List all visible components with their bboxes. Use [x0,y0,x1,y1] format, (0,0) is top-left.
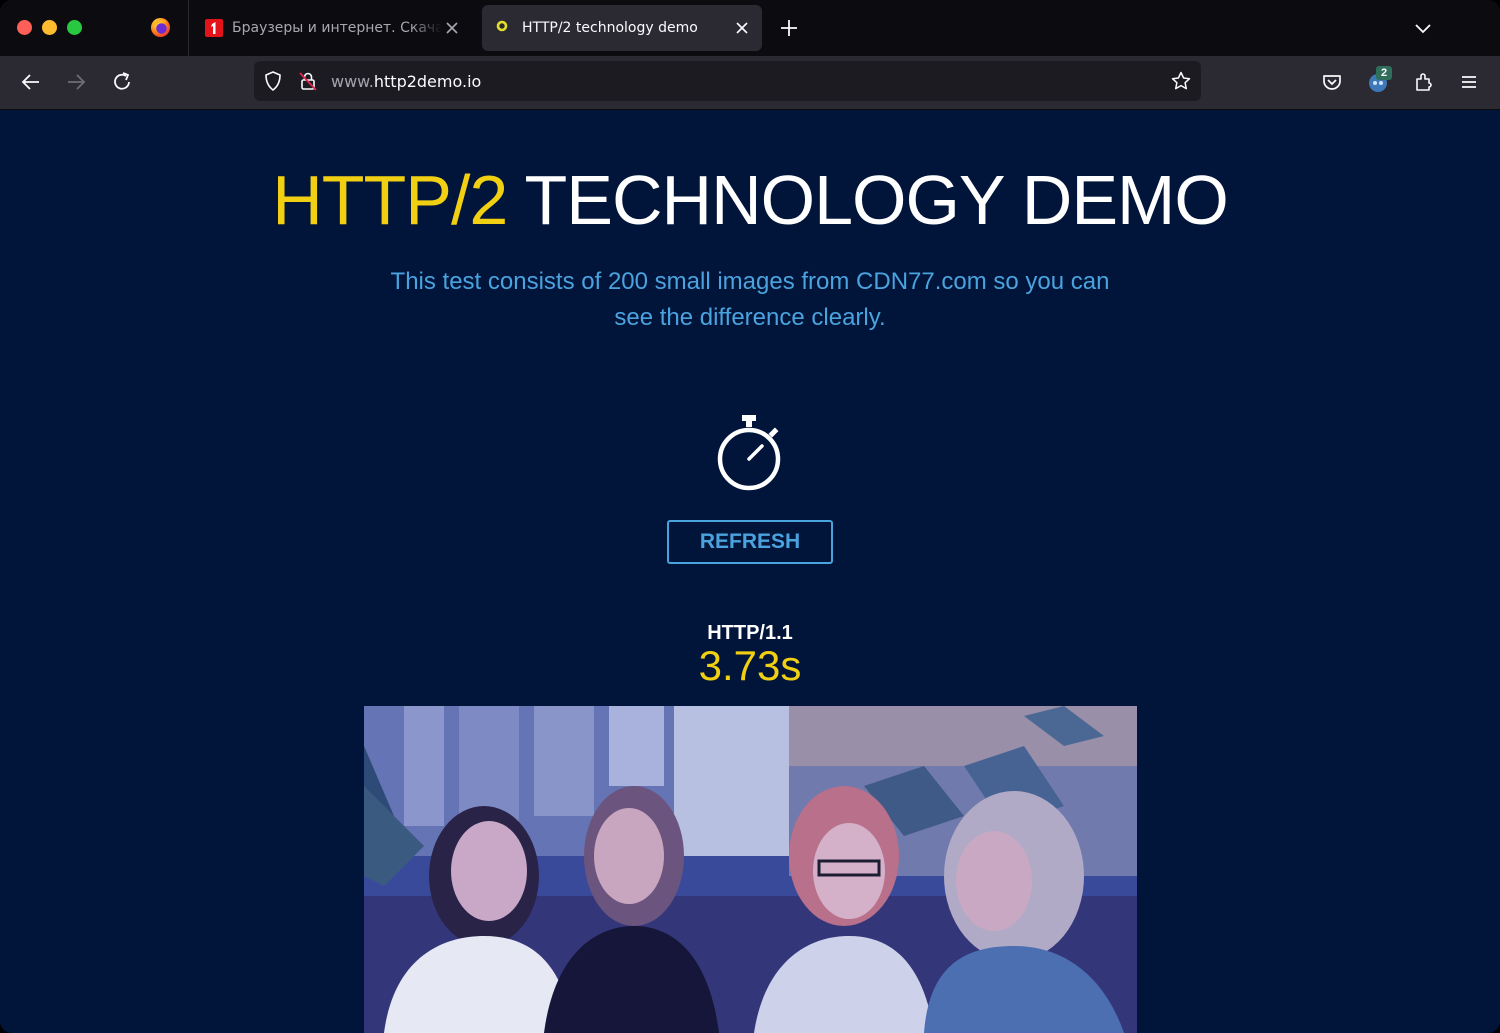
url-prefix: www. [331,72,374,91]
address-bar[interactable]: www.http2demo.io [254,61,1201,101]
bookmark-star-icon[interactable] [1170,70,1192,92]
reload-icon[interactable] [110,70,134,94]
extensions-puzzle-icon[interactable] [1412,70,1436,94]
new-tab-icon[interactable] [778,17,800,39]
tab-browsers[interactable]: Браузеры и интернет. Скачать [196,5,472,51]
close-window-button[interactable] [17,20,32,35]
tab-strip: Браузеры и интернет. Скачать HTTP/2 tech… [0,0,1500,56]
firefox-view-icon[interactable] [150,17,171,38]
back-arrow-icon[interactable] [19,70,43,94]
tracking-protection-shield-icon[interactable] [262,70,284,92]
menu-hamburger-icon[interactable] [1457,70,1481,94]
title-accent: HTTP/2 [272,161,508,239]
close-tab-icon[interactable] [732,18,752,38]
url-domain: http2demo.io [373,72,482,91]
tab-title: Браузеры и интернет. Скачать [232,20,442,36]
yellow-ring-favicon [496,20,508,32]
stopwatch-icon [717,415,781,491]
account-badge: 2 [1376,66,1392,80]
tab-title: HTTP/2 technology demo [522,20,698,36]
page-content: HTTP/2 TECHNOLOGY DEMO This test consist… [0,110,1500,1033]
navigation-toolbar: www.http2demo.io [0,56,1500,110]
browser-window: Браузеры и интернет. Скачать HTTP/2 tech… [0,0,1500,1033]
page-title: HTTP/2 TECHNOLOGY DEMO [0,158,1500,242]
pocket-icon[interactable] [1320,70,1344,94]
tab-separator [188,0,189,56]
insecure-lock-icon[interactable] [297,70,319,92]
tab-http2-demo[interactable]: HTTP/2 technology demo [482,5,762,51]
zoom-window-button[interactable] [67,20,82,35]
url-text[interactable]: www.http2demo.io [331,72,481,91]
minimize-window-button[interactable] [42,20,57,35]
red-number-one-favicon [205,19,223,37]
page-subtitle: This test consists of 200 small images f… [390,268,1110,331]
forward-arrow-icon[interactable] [64,70,88,94]
load-time-value: 3.73s [698,642,802,689]
refresh-button[interactable]: REFRESH [667,520,833,564]
close-tab-icon[interactable] [442,18,462,38]
title-rest: TECHNOLOGY DEMO [507,161,1229,239]
list-all-tabs-icon[interactable] [1412,17,1434,39]
demo-photo [364,706,1137,1033]
